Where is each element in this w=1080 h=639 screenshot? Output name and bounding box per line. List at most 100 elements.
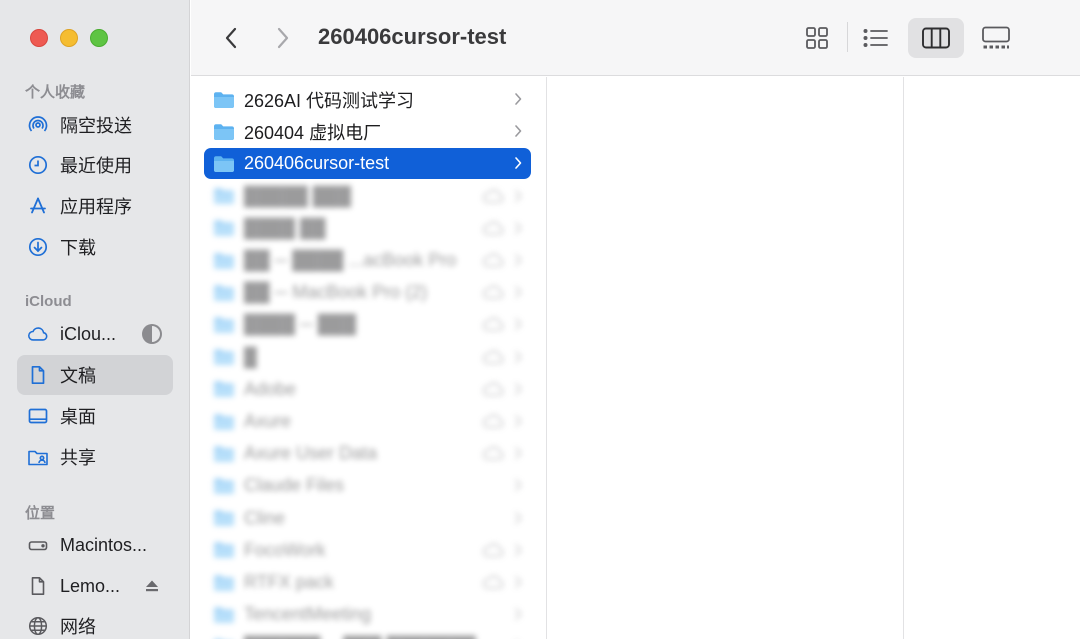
cloud-status-icon [482, 575, 504, 589]
sidebar-item-shared[interactable]: 共享 [17, 437, 173, 477]
grid-icon [806, 27, 828, 49]
folder-row[interactable]: Axure [204, 406, 531, 437]
sidebar-item-network[interactable]: 网络 [17, 606, 173, 639]
sidebar-item-downloads[interactable]: 下载 [17, 227, 173, 267]
network-globe-icon [27, 615, 49, 637]
chevron-right-icon [515, 125, 522, 137]
folder-row[interactable]: Cline [204, 503, 531, 534]
icon-view-button[interactable] [789, 18, 845, 58]
cloud-status-icon [482, 349, 504, 364]
folder-row[interactable]: 260406cursor-test [204, 148, 531, 180]
sidebar-item-macintosh-hd[interactable]: Macintos... [17, 525, 173, 565]
folder-row[interactable]: Axure User Data [204, 438, 531, 469]
folder-icon [214, 542, 234, 559]
folder-icon [214, 574, 234, 591]
sidebar-item-airdrop[interactable]: 隔空投送 [17, 105, 173, 145]
column-browser-second [548, 77, 904, 639]
folder-name: Claude Files [244, 475, 345, 496]
chevron-right-icon [515, 221, 522, 234]
hard-drive-icon [27, 534, 49, 556]
list-view-button[interactable] [848, 18, 904, 58]
chevron-right-icon [515, 254, 522, 266]
folder-row[interactable]: █████ ███ [204, 181, 531, 212]
cloud-status-icon [482, 543, 504, 557]
folder-name: ██ ─ MacBook Pro (2) [244, 282, 428, 303]
desktop-icon [27, 405, 49, 427]
folder-row[interactable]: 2626AI 代码测试学习 [204, 84, 531, 115]
folder-row[interactable]: ████ ─ ███ [204, 309, 531, 340]
close-button[interactable] [30, 29, 48, 47]
folder-row[interactable]: ██ ─ MacBook Pro (2) [204, 277, 531, 308]
sidebar-section-icloud-title: iCloud [25, 293, 72, 310]
column-view-button[interactable] [908, 18, 964, 58]
sidebar-item-recents[interactable]: 最近使用 [17, 145, 173, 185]
folder-name: Adobe [244, 378, 297, 399]
sidebar-item-label: 下载 [60, 238, 96, 258]
sidebar-section-favorites-title: 个人收藏 [25, 84, 86, 101]
sidebar-item-label: 应用程序 [60, 197, 132, 217]
list-icon [863, 29, 888, 47]
folder-name: █ [244, 346, 257, 367]
column-browser-third [905, 77, 1080, 639]
sidebar-item-label: 共享 [60, 448, 96, 468]
chevron-right-icon [515, 447, 522, 459]
cloud-status-icon [482, 317, 504, 332]
gallery-view-button[interactable] [968, 18, 1024, 58]
folder-row[interactable]: ████ ██ [204, 213, 531, 244]
column-browser-first: 2626AI 代码测试学习 260404 虚拟电厂 260406cursor-t… [191, 77, 547, 639]
folder-row[interactable]: 260404 虚拟电厂 [204, 116, 531, 147]
chevron-right-icon [515, 189, 522, 202]
folder-row[interactable]: FocoWork [204, 535, 531, 566]
folder-icon [214, 156, 234, 172]
sidebar-item-label: Lemo... [60, 575, 121, 596]
folder-row[interactable]: Claude Files [204, 470, 531, 501]
folder-name: TencentMeeting [244, 604, 372, 625]
chevron-right-icon [277, 27, 289, 49]
folder-icon [214, 606, 234, 623]
sidebar-item-desktop[interactable]: 桌面 [17, 396, 173, 436]
chevron-right-icon [515, 511, 522, 524]
cloud-status-icon [482, 188, 504, 203]
chevron-right-icon [515, 157, 522, 170]
chevron-right-icon [515, 318, 522, 331]
zoom-button[interactable] [90, 29, 108, 47]
folder-icon [214, 123, 234, 140]
folder-icon [214, 478, 234, 494]
back-button[interactable] [217, 24, 245, 52]
storage-pie-icon [141, 323, 163, 345]
folder-row[interactable]: █ [204, 342, 531, 373]
folder-name: RTFX pack [244, 572, 334, 592]
cloud-icon [27, 323, 49, 345]
eject-icon[interactable] [141, 575, 163, 597]
sidebar-item-documents[interactable]: 文稿 [17, 355, 173, 395]
sidebar-item-icloud-drive[interactable]: iClou... [17, 314, 173, 354]
airdrop-icon [27, 114, 49, 136]
forward-button[interactable] [269, 24, 297, 52]
folder-name: Axure [244, 411, 292, 431]
folder-name: FocoWork [244, 539, 326, 560]
minimize-button[interactable] [60, 29, 78, 47]
folder-row[interactable]: RTFX pack [204, 567, 531, 598]
window-controls [30, 29, 108, 47]
sidebar-item-lemo[interactable]: Lemo... [17, 566, 173, 606]
chevron-right-icon [515, 576, 522, 588]
folder-icon [214, 284, 234, 301]
cloud-status-icon [482, 285, 504, 299]
sidebar-item-label: 隔空投送 [60, 116, 132, 136]
folder-row[interactable]: Adobe [204, 374, 531, 405]
applications-icon [27, 195, 49, 217]
sidebar-item-applications[interactable]: 应用程序 [17, 186, 173, 226]
folder-icon [214, 188, 234, 205]
gallery-icon [982, 26, 1010, 49]
chevron-right-icon [515, 415, 522, 427]
folder-name: Axure User Data [244, 443, 378, 464]
cloud-status-icon [482, 221, 504, 235]
cloud-status-icon [482, 382, 504, 396]
folder-row[interactable]: TencentMeeting [204, 599, 531, 630]
folder-row[interactable]: ██████ ─ ███ ███████ [204, 631, 531, 639]
chevron-right-icon [515, 608, 522, 620]
folder-icon [214, 510, 234, 527]
file-icon [27, 575, 49, 597]
folder-row[interactable]: ██ ─ ████ ...acBook Pro [204, 245, 531, 276]
folder-name: Cline [244, 507, 286, 528]
